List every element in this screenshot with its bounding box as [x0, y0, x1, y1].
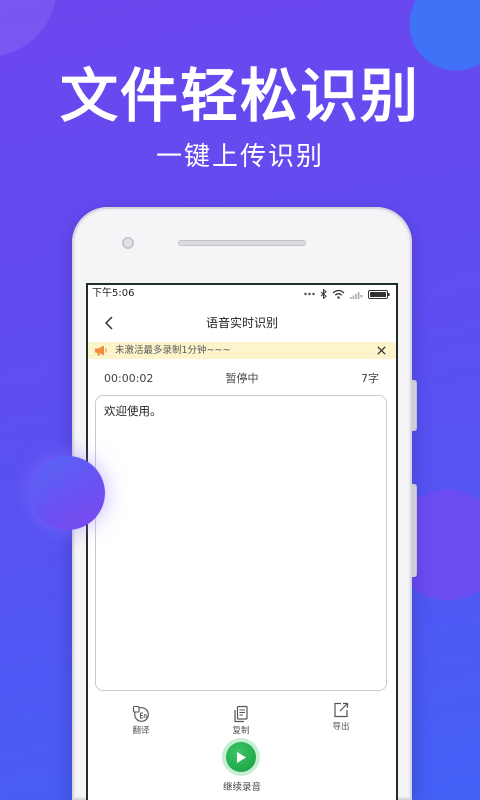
- more-dots-icon: [304, 292, 315, 296]
- wifi-icon: [332, 289, 345, 299]
- back-button[interactable]: [101, 314, 115, 332]
- recording-info-row: 00:00:02 暂停中 7字: [88, 371, 396, 387]
- banner-text: 未激活最多录制1分钟~~~: [115, 345, 231, 356]
- copy-icon: [232, 705, 250, 723]
- status-bar: 下午5:06: [88, 286, 396, 302]
- status-time: 下午5:06: [92, 288, 135, 299]
- copy-button[interactable]: 复制: [211, 705, 271, 739]
- character-count: 7字: [361, 372, 379, 385]
- continue-recording-label: 继续录音: [222, 782, 261, 793]
- export-icon: [332, 701, 350, 719]
- phone-speaker: [178, 240, 306, 246]
- copy-label: 复制: [232, 725, 250, 735]
- export-button[interactable]: 导出: [311, 701, 371, 735]
- app-screen: 下午5:06 语音实时识别 未激活最多录制1分钟~~~ 00:00:02 暂停中…: [86, 283, 398, 800]
- chevron-left-icon: [104, 316, 113, 330]
- close-icon: [377, 346, 386, 355]
- export-label: 导出: [332, 721, 350, 731]
- activation-banner: 未激活最多录制1分钟~~~: [88, 342, 396, 359]
- promo-title: 文件轻松识别: [59, 62, 420, 130]
- recording-status: 暂停中: [225, 372, 259, 385]
- nav-bar: 语音实时识别: [88, 312, 396, 334]
- banner-close-button[interactable]: [376, 345, 387, 356]
- speaker-icon: [94, 345, 108, 356]
- promo-subtitle: 一键上传识别: [155, 142, 324, 172]
- battery-icon: [368, 289, 390, 299]
- record-button-core: [226, 742, 256, 772]
- translate-icon: [132, 705, 150, 723]
- translate-label: 翻译: [132, 725, 150, 735]
- continue-recording-button[interactable]: [222, 738, 260, 776]
- transcript-text: 欢迎使用。: [104, 404, 162, 418]
- decor-circle-left: [31, 456, 105, 530]
- page-title: 语音实时识别: [205, 316, 278, 330]
- bluetooth-icon: [320, 289, 327, 299]
- status-icons: [304, 286, 390, 302]
- signal-icon: [350, 290, 363, 299]
- promo-page: 文件轻松识别 一键上传识别 下午5:06 语音实时识别 未激活最多录制1分钟~~…: [0, 0, 480, 800]
- phone-camera: [122, 237, 134, 249]
- translate-button[interactable]: 翻译: [111, 705, 171, 739]
- transcript-textarea[interactable]: 欢迎使用。: [95, 395, 387, 691]
- play-icon: [237, 751, 246, 763]
